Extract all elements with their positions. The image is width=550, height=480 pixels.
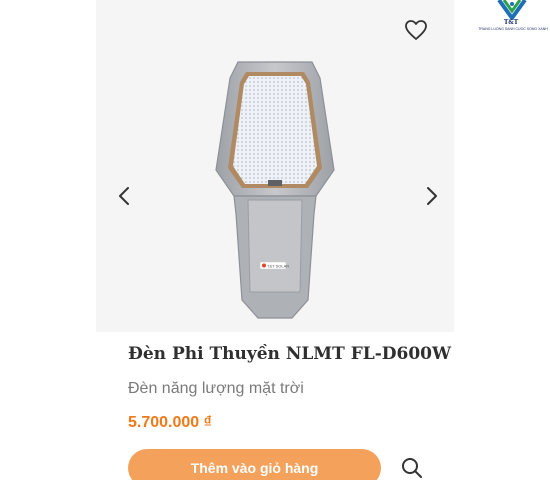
add-to-cart-button[interactable]: Thêm vào giỏ hàng xyxy=(128,449,381,480)
wishlist-button[interactable] xyxy=(400,14,432,46)
product-image: T&T SOLAR xyxy=(215,61,335,319)
product-image-carousel: T&T SOLAR xyxy=(96,0,454,332)
quick-view-button[interactable] xyxy=(396,452,428,480)
search-icon xyxy=(402,458,422,478)
product-card: T&T SOLAR Đèn Phi Thuyền NLMT FL-D600W Đ… xyxy=(96,0,454,480)
chevron-right-icon xyxy=(427,187,437,205)
lamp-badge-text: T&T SOLAR xyxy=(267,264,289,269)
brand-logo-mark xyxy=(497,0,527,22)
carousel-next-button[interactable] xyxy=(418,180,446,212)
brand-logo: T&T TRANG LUONG SANH CUOC SONG XANH xyxy=(476,0,550,36)
heart-icon xyxy=(405,20,427,40)
product-price: 5.700.000 ₫ xyxy=(128,414,212,431)
product-title[interactable]: Đèn Phi Thuyền NLMT FL-D600W xyxy=(128,344,451,364)
product-category: Đèn năng lượng mặt trời xyxy=(128,380,304,397)
carousel-prev-button[interactable] xyxy=(110,180,138,212)
brand-slogan: TRANG LUONG SANH CUOC SONG XANH xyxy=(478,27,548,31)
brand-name: T&T xyxy=(503,19,519,26)
chevron-left-icon xyxy=(119,187,129,205)
